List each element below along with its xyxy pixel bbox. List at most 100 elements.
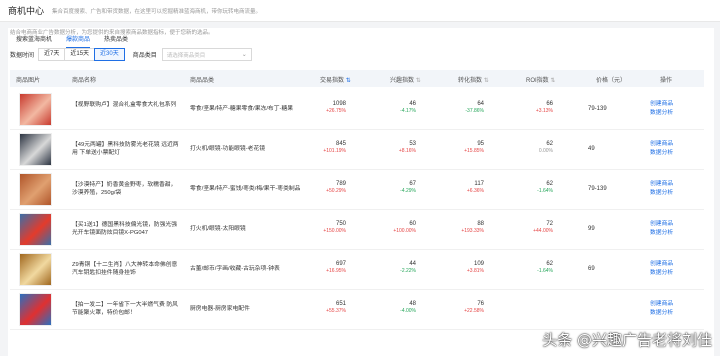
create-product-link[interactable]: 创建商品 (650, 100, 673, 109)
conversion-index-value: 95 (477, 141, 484, 147)
data-analysis-link[interactable]: 数据分析 (650, 229, 673, 238)
col-category: 商品品类 (190, 78, 215, 84)
trade-index-cell: 651 +55.37% (306, 301, 346, 314)
data-analysis-link[interactable]: 数据分析 (650, 109, 673, 118)
interest-index-cell: 48 -4.00% (376, 301, 416, 314)
row-actions: 创建商品 数据分析 (650, 140, 673, 158)
page-hint: 结合电商商业广告数据分析，为您提供的来自搜索商品数据指标，便于您新的选品。 (10, 30, 214, 36)
sort-icon[interactable]: ⇅ (484, 78, 489, 84)
roi-index-value: 62 (546, 181, 553, 187)
table-row: Z9青铜【十二生肖】八大神转本命佛创意汽车钥匙扣挂件随身挂饰 古董/邮币/字画/收… (10, 250, 704, 290)
conversion-index-value: 76 (477, 301, 484, 307)
trade-index-change: +26.75% (326, 108, 346, 114)
roi-index-cell: 62 -1.64% (513, 261, 553, 274)
roi-index-cell: 62 0.00% (513, 141, 553, 154)
conversion-index-change: +22.58% (464, 308, 484, 314)
create-product-link[interactable]: 创建商品 (650, 140, 673, 149)
roi-index-value: 66 (546, 101, 553, 107)
interest-index-change: -2.22% (400, 268, 416, 274)
conversion-index-cell: 88 +193.33% (444, 221, 484, 234)
tab-search-opportunity[interactable]: 搜索蓝海商机 (16, 34, 52, 48)
conversion-index-change: +6.36% (466, 188, 484, 194)
interest-index-change: +8.16% (398, 148, 416, 154)
product-image (19, 293, 52, 326)
table-header: 商品图片 商品名称 商品品类 交易指数 ⇅ 兴趣指数 ⇅ 转化指数 ⇅ ROI指… (10, 70, 704, 87)
row-actions: 创建商品 数据分析 (650, 100, 673, 118)
interest-index-change: -4.00% (400, 308, 416, 314)
roi-index-change: +3.13% (535, 108, 553, 114)
tab-hot-products[interactable]: 爆款商品 (66, 34, 91, 48)
roi-index-change: -1.64% (537, 268, 553, 274)
col-trade-index[interactable]: 交易指数 ⇅ (320, 75, 351, 84)
category-select[interactable]: 请选择商品类目 ⌄ (161, 48, 252, 61)
table-row: 【买1送1】德国黑科技偏光镜，防强光强光开车镜面防炫目镜X-PG047 打火机/眼… (10, 210, 704, 250)
col-interest-index[interactable]: 兴趣指数 ⇅ (390, 75, 421, 84)
product-image (19, 93, 52, 126)
interest-index-cell: 44 -2.22% (376, 261, 416, 274)
create-product-link[interactable]: 创建商品 (650, 260, 673, 269)
trade-index-value: 845 (335, 141, 346, 147)
category-filter-label: 商品类目 (132, 53, 157, 59)
trade-index-value: 750 (335, 221, 346, 227)
sort-icon[interactable]: ⇅ (346, 78, 351, 84)
watermark: 头条 @兴趣广告老将刘佳 (542, 331, 712, 349)
create-product-link[interactable]: 创建商品 (650, 220, 673, 229)
conversion-index-cell: 109 +3.81% (444, 261, 484, 274)
data-analysis-link[interactable]: 数据分析 (650, 149, 673, 158)
product-price: 69 (588, 266, 595, 272)
trade-index-cell: 697 +16.95% (306, 261, 346, 274)
interest-index-value: 44 (409, 261, 416, 267)
time-7d-button[interactable]: 近7天 (38, 48, 66, 61)
product-price: 79-139 (588, 106, 607, 112)
interest-index-value: 46 (409, 101, 416, 107)
product-category: 打火机/眼镜-太阳眼镜 (190, 226, 246, 232)
app-header: 商机中心 集合百度搜索、广告和带货数据，在这里可以挖掘精准蓝海商机，带你玩转电商… (0, 0, 720, 22)
interest-index-value: 48 (409, 301, 416, 307)
page-description: 集合百度搜索、广告和带货数据，在这里可以挖掘精准蓝海商机，带你玩转电商流量。 (52, 8, 262, 15)
sort-icon[interactable]: ⇅ (416, 78, 421, 84)
chevron-down-icon: ⌄ (241, 52, 247, 58)
product-name: 【视野联购卢】混合礼盒零食大礼包系列 (72, 102, 177, 108)
data-analysis-link[interactable]: 数据分析 (650, 269, 673, 278)
roi-index-cell: 62 -1.64% (513, 181, 553, 194)
time-30d-button[interactable]: 近30天 (94, 48, 125, 61)
table-row: 【沙漠特产】奶香黄金野枣，软糯香甜，沙漠养殖，250g/袋 零食/坚果/特产-蜜饯… (10, 170, 704, 210)
interest-index-cell: 67 -4.29% (376, 181, 416, 194)
data-analysis-link[interactable]: 数据分析 (650, 309, 673, 318)
conversion-index-cell: 64 -37.86% (444, 101, 484, 114)
conversion-index-change: +193.33% (461, 228, 484, 234)
trade-index-value: 697 (335, 261, 346, 267)
conversion-index-change: -37.86% (465, 108, 484, 114)
time-range-selector: 近7天 近15天 近30天 (38, 48, 125, 61)
conversion-index-value: 88 (477, 221, 484, 227)
col-actions: 操作 (660, 78, 673, 84)
conversion-index-cell: 76 +22.58% (444, 301, 484, 314)
roi-index-change: -1.64% (537, 188, 553, 194)
sort-icon[interactable]: ⇅ (550, 78, 555, 84)
create-product-link[interactable]: 创建商品 (650, 300, 673, 309)
col-image: 商品图片 (16, 78, 41, 84)
trade-index-change: +50.29% (326, 188, 346, 194)
product-price: 99 (588, 226, 595, 232)
data-analysis-link[interactable]: 数据分析 (650, 189, 673, 198)
col-conversion-index[interactable]: 转化指数 ⇅ (458, 75, 489, 84)
time-15d-button[interactable]: 近15天 (64, 48, 96, 61)
col-price: 价格（元） (596, 78, 627, 84)
page-title: 商机中心 (8, 6, 45, 16)
trade-index-change: +16.95% (326, 268, 346, 274)
product-category: 打火机/眼镜-功能眼镜-老花镜 (190, 146, 266, 152)
category-select-placeholder: 请选择商品类目 (166, 52, 206, 59)
product-category: 零食/坚果/特产-糖果零食/果冻/布丁-糖果 (190, 106, 294, 112)
conversion-index-change: +15.85% (464, 148, 484, 154)
tab-bar: 搜索蓝海商机 爆款商品 热卖品类 (16, 34, 128, 48)
create-product-link[interactable]: 创建商品 (650, 180, 673, 189)
table-row: 【49元两罐】黑科技防雾光老花镜 远近两用 下单送小票配灯 打火机/眼镜-功能眼镜… (10, 130, 704, 170)
interest-index-value: 60 (409, 221, 416, 227)
table-row: 【视野联购卢】混合礼盒零食大礼包系列零食/坚果/特产-糖果零食/果冻/布丁-糖果… (10, 90, 704, 130)
row-actions: 创建商品 数据分析 (650, 180, 673, 198)
tab-hot-categories[interactable]: 热卖品类 (104, 34, 128, 48)
col-roi-index[interactable]: ROI指数 ⇅ (526, 75, 555, 84)
roi-index-cell: 72 +44.00% (513, 221, 553, 234)
trade-index-change: +101.19% (323, 148, 346, 154)
product-price: 49 (588, 146, 595, 152)
